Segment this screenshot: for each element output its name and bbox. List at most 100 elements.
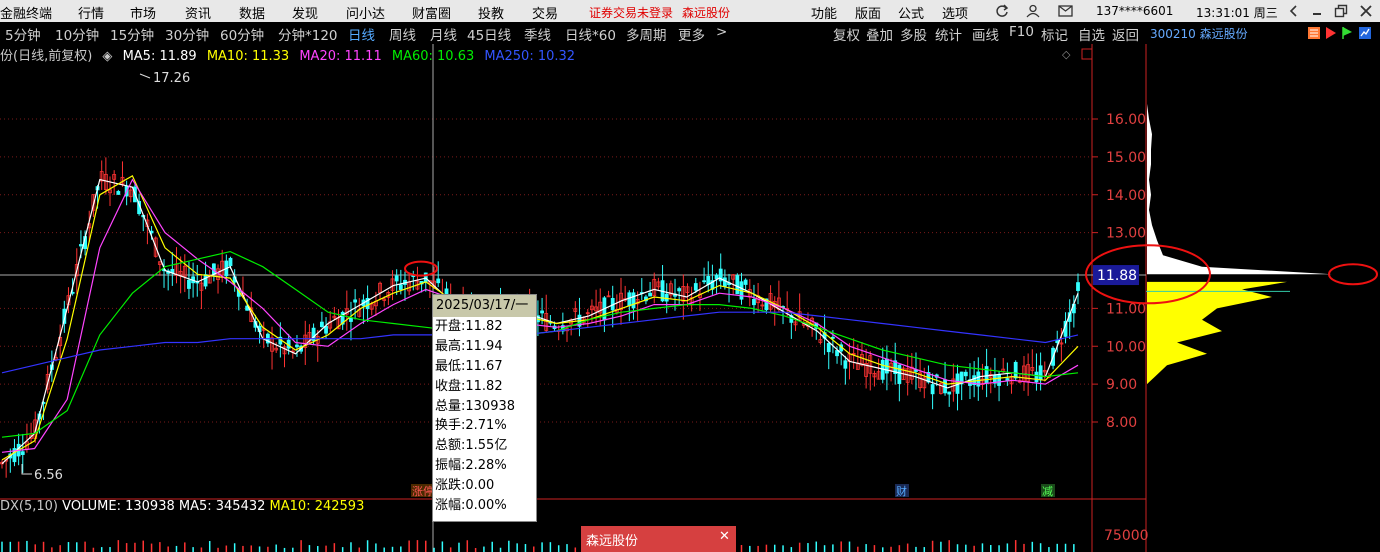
candle-body [963, 371, 968, 377]
menu-item-education[interactable]: 投教 [478, 3, 504, 22]
menu-item-market[interactable]: 市场 [130, 3, 156, 22]
right-panel-name: 森远股份 [1199, 27, 1248, 41]
price-tick-label: 14.00 [1106, 188, 1146, 204]
low-pointer [21, 464, 32, 475]
menu-item-options[interactable]: 选项 [942, 3, 968, 22]
period-45day[interactable]: 45日线 [467, 24, 511, 44]
popup-close-icon[interactable]: ✕ [719, 529, 730, 544]
account-id[interactable]: 137****6601 [1096, 4, 1173, 18]
trade-login-notice[interactable]: 证券交易未登录 [589, 4, 673, 21]
menu-item-trade[interactable]: 交易 [532, 3, 558, 22]
period-120min[interactable]: 分钟*120 [278, 24, 338, 44]
volume-value: VOLUME: 130938 [62, 499, 175, 514]
ma-line-ma60 [1, 250, 1079, 438]
ma-line-ma5 [1, 178, 1079, 465]
tooltip-open: 开盘:11.82 [435, 319, 503, 334]
mail-icon[interactable] [1058, 5, 1073, 17]
ma-line-ma20 [1, 178, 1079, 453]
candle-body [211, 263, 216, 275]
candle-body [843, 360, 848, 369]
grid-icon[interactable] [1307, 26, 1321, 40]
menu-item-news[interactable]: 资讯 [185, 3, 211, 22]
back-arrow-icon[interactable] [1288, 5, 1300, 17]
volume-ma5: MA5: 345432 [178, 499, 266, 514]
close-icon[interactable] [1359, 4, 1373, 18]
period-weekly[interactable]: 周线 [389, 24, 416, 44]
menu-item-ask[interactable]: 问小达 [346, 3, 385, 22]
candle-body [324, 325, 328, 334]
price-tick-label: 9.00 [1106, 377, 1137, 393]
menu-item-layout[interactable]: 版面 [855, 3, 881, 22]
candle-body [664, 293, 669, 302]
flag-icon[interactable] [1340, 26, 1354, 40]
minimize-icon[interactable] [1311, 5, 1323, 17]
current-price-label: 11.88 [1097, 268, 1137, 284]
candle-body [353, 299, 358, 303]
candle-body [947, 391, 952, 395]
price-tick-label: 15.00 [1106, 150, 1146, 166]
period-daily-60[interactable]: 日线*60 [565, 24, 616, 44]
tool-draw-line[interactable]: 画线 [972, 24, 999, 44]
candle-body [722, 277, 727, 287]
tool-multi-stock[interactable]: 多股 [900, 24, 927, 44]
tool-statistics[interactable]: 统计 [935, 24, 962, 44]
menu-item-wealth[interactable]: 财富圈 [412, 3, 451, 22]
menu-item-quotes[interactable]: 行情 [78, 3, 104, 22]
period-multi[interactable]: 多周期 [626, 24, 667, 44]
tool-watchlist[interactable]: 自选 [1078, 24, 1105, 44]
period-5min[interactable]: 5分钟 [5, 24, 41, 44]
tool-back[interactable]: 返回 [1112, 24, 1139, 44]
tool-mark[interactable]: 标记 [1041, 24, 1068, 44]
user-icon[interactable] [1026, 4, 1040, 18]
period-more[interactable]: 更多 [678, 24, 705, 44]
menu-item-discover[interactable]: 发现 [292, 3, 318, 22]
tooltip-low: 最低:11.67 [435, 358, 503, 374]
volume-indicator-name[interactable]: DX(5,10) [0, 499, 58, 514]
candle-body [743, 279, 748, 285]
tool-f10[interactable]: F10 [1009, 24, 1034, 40]
tooltip-amount: 总额:1.55亿 [435, 438, 508, 454]
tooltip-close: 收盘:11.82 [435, 378, 503, 394]
period-30min[interactable]: 30分钟 [165, 24, 209, 44]
period-10min[interactable]: 10分钟 [55, 24, 99, 44]
candle-body [79, 244, 83, 247]
candle-body [752, 299, 756, 306]
tool-overlay[interactable]: 叠加 [866, 24, 893, 44]
period-more-arrow-icon[interactable]: > [716, 24, 727, 40]
tooltip-change-pct: 涨幅:0.00% [435, 498, 507, 514]
candle-body [398, 284, 403, 290]
tooltip-high: 最高:11.94 [435, 338, 503, 354]
candle-body [997, 374, 1001, 386]
chart-thumbnail-icon[interactable] [1358, 26, 1372, 40]
price-tick-label: 10.00 [1106, 339, 1146, 355]
candle-body [677, 288, 682, 292]
menu-item-data[interactable]: 数据 [239, 3, 265, 22]
clock: 13:31:01 周三 [1196, 6, 1278, 20]
play-icon[interactable] [1324, 26, 1338, 40]
refresh-icon[interactable] [995, 4, 1009, 18]
tooltip-volume: 总量:130938 [435, 398, 516, 414]
period-daily[interactable]: 日线 [348, 24, 375, 44]
candle-body [706, 276, 711, 285]
kline-chart[interactable]: ◇ 16.0015.0014.0013.0011.0010.009.008.00… [0, 44, 1380, 552]
ma-line-ma250 [1, 311, 1079, 374]
period-monthly[interactable]: 月线 [430, 24, 457, 44]
menu-item-formula[interactable]: 公式 [898, 3, 924, 22]
candle-body [826, 343, 831, 353]
top-menu-bar: 金融终端 行情 市场 资讯 数据 发现 问小达 财富圈 投教 交易 证券交易未登… [0, 0, 1380, 22]
restore-icon[interactable] [1334, 4, 1348, 18]
period-60min[interactable]: 60分钟 [220, 24, 264, 44]
stock-popup[interactable]: 森远股份 ✕ [581, 526, 736, 552]
candle-body [1013, 361, 1018, 379]
period-quarterly[interactable]: 季线 [524, 24, 551, 44]
period-15min[interactable]: 15分钟 [110, 24, 154, 44]
candle-body [228, 257, 233, 267]
tool-adjust[interactable]: 复权 [833, 24, 860, 44]
marker-limit-up: 涨停 [412, 484, 434, 498]
candle-body [702, 280, 707, 283]
right-panel-stock: 300210 森远股份 [1150, 25, 1248, 42]
marker-finance: 财 [896, 484, 907, 498]
menu-item-function[interactable]: 功能 [811, 3, 837, 22]
candle-body [648, 292, 652, 297]
marker-reduce: 减 [1042, 485, 1053, 498]
